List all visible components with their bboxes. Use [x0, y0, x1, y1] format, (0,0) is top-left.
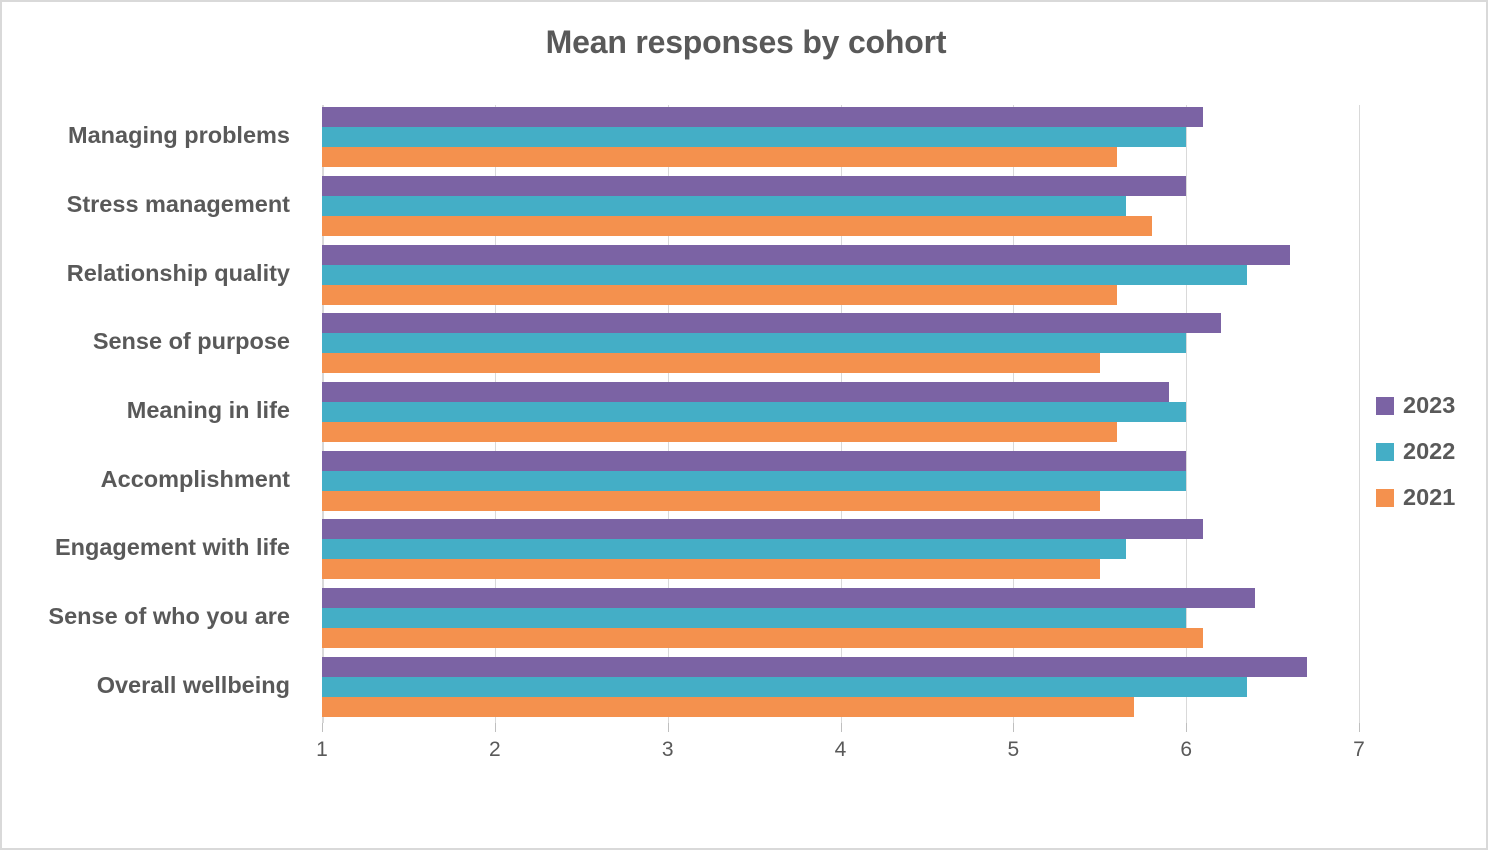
bar[interactable] — [322, 559, 1100, 580]
bar-group — [322, 586, 1359, 655]
bar[interactable] — [322, 147, 1118, 168]
chart-legend: 2023 2022 2021 — [1376, 383, 1486, 521]
bar[interactable] — [322, 381, 1169, 402]
category-axis-label: Accomplishment — [100, 465, 290, 492]
bar[interactable] — [322, 627, 1204, 648]
bar[interactable] — [322, 107, 1204, 128]
bar[interactable] — [322, 244, 1290, 265]
bar[interactable] — [322, 656, 1308, 677]
x-axis-tick-label: 3 — [661, 738, 674, 761]
category-axis-label: Sense of who you are — [48, 603, 290, 629]
x-axis-tick-label: 2 — [488, 738, 501, 761]
legend-color-swatch — [1376, 489, 1394, 507]
bar[interactable] — [322, 421, 1118, 442]
bar[interactable] — [322, 264, 1247, 285]
gridline — [1359, 105, 1360, 723]
bar-group — [322, 380, 1359, 449]
bar[interactable] — [322, 313, 1221, 334]
x-axis-tick-label: 1 — [316, 738, 328, 761]
bar-group — [322, 105, 1359, 174]
bar[interactable] — [322, 587, 1256, 608]
chart-title: Mean responses by cohort — [545, 24, 947, 60]
bar[interactable] — [322, 127, 1187, 148]
x-axis-tick-label: 7 — [1353, 738, 1365, 761]
x-axis-tick-label: 6 — [1180, 738, 1192, 761]
bar[interactable] — [322, 519, 1204, 540]
x-axis-tick-mark — [840, 723, 842, 732]
category-axis-label: Meaning in life — [126, 397, 290, 423]
bar[interactable] — [322, 401, 1187, 422]
x-axis-tick-label: 4 — [834, 738, 847, 761]
category-axis-label: Overall wellbeing — [96, 671, 290, 698]
legend-item[interactable]: 2021 — [1376, 475, 1486, 521]
category-axis-label: Engagement with life — [54, 534, 290, 561]
category-axis-label: Sense of purpose — [92, 328, 290, 355]
category-axis-label: Managing problems — [68, 122, 290, 149]
legend-item[interactable]: 2022 — [1376, 429, 1486, 475]
bar-group — [322, 242, 1359, 311]
x-axis-tick-mark — [1013, 723, 1015, 732]
legend-color-swatch — [1376, 397, 1394, 415]
bar-group — [322, 311, 1359, 380]
bar[interactable] — [322, 333, 1187, 354]
bar[interactable] — [322, 215, 1152, 236]
legend-label: 2022 — [1403, 438, 1456, 465]
legend-color-swatch — [1376, 443, 1394, 461]
bar[interactable] — [322, 284, 1118, 305]
bar[interactable] — [322, 470, 1187, 491]
bar-group — [322, 517, 1359, 586]
category-axis-label: Relationship quality — [66, 259, 290, 286]
legend-label: 2023 — [1403, 392, 1456, 419]
legend-label: 2021 — [1403, 484, 1456, 511]
chart-container: Mean responses by cohort 2023 2022 2021 1 2… — [0, 0, 1488, 850]
bar[interactable] — [322, 539, 1126, 560]
bar-group — [322, 654, 1359, 723]
x-axis-tick-mark — [494, 723, 496, 732]
x-axis-tick-mark — [1359, 723, 1360, 732]
bar[interactable] — [322, 607, 1187, 628]
plot-area — [322, 105, 1360, 723]
legend-item[interactable]: 2023 — [1376, 383, 1486, 429]
bar[interactable] — [322, 490, 1100, 511]
x-axis-tick-mark — [1186, 723, 1188, 732]
bar[interactable] — [322, 175, 1187, 196]
bar[interactable] — [322, 450, 1187, 471]
bar-group — [322, 448, 1359, 517]
bar[interactable] — [322, 353, 1100, 374]
category-axis-label: Stress management — [66, 191, 290, 217]
bar[interactable] — [322, 195, 1126, 216]
bar[interactable] — [322, 696, 1135, 717]
bar-group — [322, 174, 1359, 243]
x-axis-tick-label: 5 — [1007, 738, 1020, 761]
bar[interactable] — [322, 676, 1247, 697]
x-axis-tick-mark — [322, 723, 323, 732]
x-axis-tick-mark — [667, 723, 669, 732]
